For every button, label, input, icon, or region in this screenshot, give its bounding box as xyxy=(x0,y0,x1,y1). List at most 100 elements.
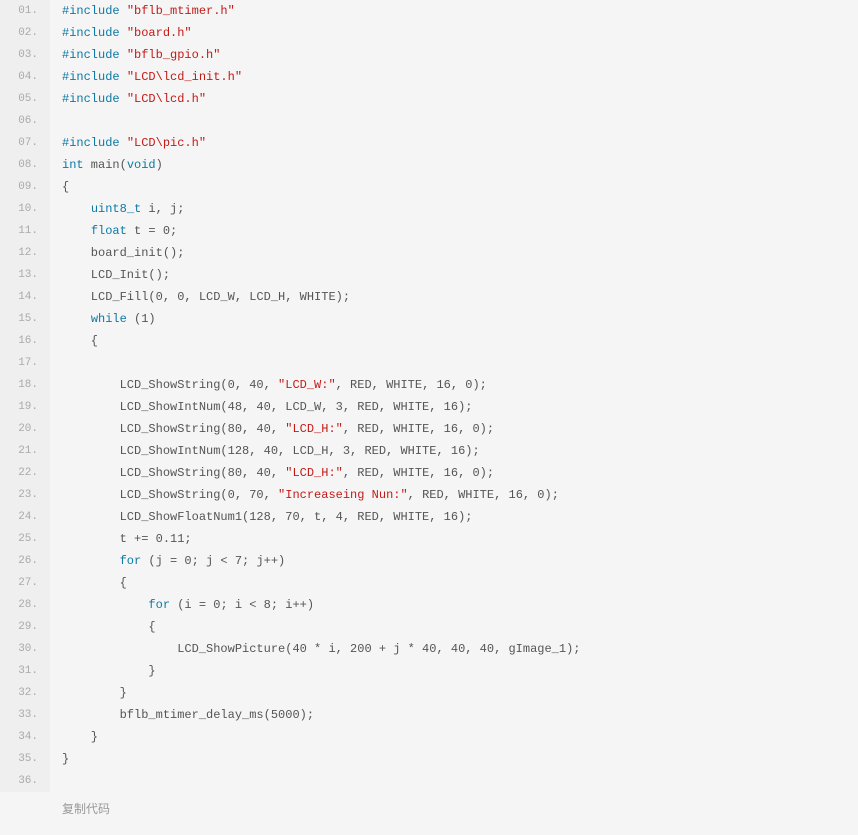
code-line: 14. LCD_Fill(0, 0, LCD_W, LCD_H, WHITE); xyxy=(0,286,858,308)
line-content: #include "LCD\lcd.h" xyxy=(50,88,206,110)
line-number: 23. xyxy=(0,484,50,506)
line-number: 26. xyxy=(0,550,50,572)
code-line: 27. { xyxy=(0,572,858,594)
code-line: 16. { xyxy=(0,330,858,352)
copy-code-link[interactable]: 复制代码 xyxy=(0,792,110,825)
code-line: 11. float t = 0; xyxy=(0,220,858,242)
line-content: #include "board.h" xyxy=(50,22,192,44)
code-line: 07.#include "LCD\pic.h" xyxy=(0,132,858,154)
line-number: 22. xyxy=(0,462,50,484)
code-lines-container: 01.#include "bflb_mtimer.h"02.#include "… xyxy=(0,0,858,792)
line-content: #include "LCD\lcd_init.h" xyxy=(50,66,242,88)
line-number: 03. xyxy=(0,44,50,66)
line-number: 35. xyxy=(0,748,50,770)
line-content: #include "LCD\pic.h" xyxy=(50,132,206,154)
code-line: 03.#include "bflb_gpio.h" xyxy=(0,44,858,66)
line-content: { xyxy=(50,616,156,638)
line-content: LCD_ShowFloatNum1(128, 70, t, 4, RED, WH… xyxy=(50,506,472,528)
line-number: 06. xyxy=(0,110,50,132)
code-line: 30. LCD_ShowPicture(40 * i, 200 + j * 40… xyxy=(0,638,858,660)
code-line: 10. uint8_t i, j; xyxy=(0,198,858,220)
line-number: 14. xyxy=(0,286,50,308)
line-content: { xyxy=(50,330,98,352)
line-number: 30. xyxy=(0,638,50,660)
line-number: 28. xyxy=(0,594,50,616)
code-line: 36. xyxy=(0,770,858,792)
line-content: LCD_Fill(0, 0, LCD_W, LCD_H, WHITE); xyxy=(50,286,350,308)
line-content: { xyxy=(50,572,127,594)
line-content: int main(void) xyxy=(50,154,163,176)
code-line: 34. } xyxy=(0,726,858,748)
line-number: 31. xyxy=(0,660,50,682)
code-line: 04.#include "LCD\lcd_init.h" xyxy=(0,66,858,88)
code-line: 35.} xyxy=(0,748,858,770)
line-content: LCD_ShowString(0, 70, "Increaseing Nun:"… xyxy=(50,484,559,506)
line-number: 24. xyxy=(0,506,50,528)
code-line: 25. t += 0.11; xyxy=(0,528,858,550)
line-content: LCD_ShowString(80, 40, "LCD_H:", RED, WH… xyxy=(50,462,494,484)
line-content: LCD_ShowPicture(40 * i, 200 + j * 40, 40… xyxy=(50,638,580,660)
line-number: 01. xyxy=(0,0,50,22)
line-number: 09. xyxy=(0,176,50,198)
line-number: 16. xyxy=(0,330,50,352)
line-number: 02. xyxy=(0,22,50,44)
code-line: 20. LCD_ShowString(80, 40, "LCD_H:", RED… xyxy=(0,418,858,440)
line-number: 29. xyxy=(0,616,50,638)
line-number: 07. xyxy=(0,132,50,154)
code-line: 23. LCD_ShowString(0, 70, "Increaseing N… xyxy=(0,484,858,506)
line-number: 15. xyxy=(0,308,50,330)
line-number: 12. xyxy=(0,242,50,264)
line-content: uint8_t i, j; xyxy=(50,198,184,220)
line-content: t += 0.11; xyxy=(50,528,192,550)
line-number: 18. xyxy=(0,374,50,396)
line-content: } xyxy=(50,748,69,770)
code-line: 18. LCD_ShowString(0, 40, "LCD_W:", RED,… xyxy=(0,374,858,396)
line-content: bflb_mtimer_delay_ms(5000); xyxy=(50,704,314,726)
code-line: 02.#include "board.h" xyxy=(0,22,858,44)
code-line: 17. xyxy=(0,352,858,374)
code-line: 31. } xyxy=(0,660,858,682)
line-number: 20. xyxy=(0,418,50,440)
line-content: LCD_Init(); xyxy=(50,264,170,286)
line-number: 13. xyxy=(0,264,50,286)
line-number: 11. xyxy=(0,220,50,242)
line-number: 10. xyxy=(0,198,50,220)
code-line: 19. LCD_ShowIntNum(48, 40, LCD_W, 3, RED… xyxy=(0,396,858,418)
line-number: 33. xyxy=(0,704,50,726)
line-content: while (1) xyxy=(50,308,156,330)
line-number: 17. xyxy=(0,352,50,374)
code-line: 05.#include "LCD\lcd.h" xyxy=(0,88,858,110)
code-line: 29. { xyxy=(0,616,858,638)
line-content: board_init(); xyxy=(50,242,184,264)
code-line: 13. LCD_Init(); xyxy=(0,264,858,286)
line-content: LCD_ShowIntNum(48, 40, LCD_W, 3, RED, WH… xyxy=(50,396,472,418)
code-line: 22. LCD_ShowString(80, 40, "LCD_H:", RED… xyxy=(0,462,858,484)
code-line: 15. while (1) xyxy=(0,308,858,330)
code-line: 09.{ xyxy=(0,176,858,198)
code-line: 01.#include "bflb_mtimer.h" xyxy=(0,0,858,22)
line-number: 36. xyxy=(0,770,50,792)
line-number: 27. xyxy=(0,572,50,594)
line-content: } xyxy=(50,660,156,682)
line-content: float t = 0; xyxy=(50,220,177,242)
line-content: #include "bflb_mtimer.h" xyxy=(50,0,235,22)
line-number: 19. xyxy=(0,396,50,418)
line-number: 25. xyxy=(0,528,50,550)
line-content xyxy=(50,110,62,132)
line-content xyxy=(50,770,62,792)
code-line: 26. for (j = 0; j < 7; j++) xyxy=(0,550,858,572)
line-content: for (i = 0; i < 8; i++) xyxy=(50,594,314,616)
code-line: 12. board_init(); xyxy=(0,242,858,264)
line-content: for (j = 0; j < 7; j++) xyxy=(50,550,285,572)
line-content: } xyxy=(50,682,127,704)
code-line: 06. xyxy=(0,110,858,132)
line-number: 32. xyxy=(0,682,50,704)
line-number: 08. xyxy=(0,154,50,176)
line-content: LCD_ShowString(0, 40, "LCD_W:", RED, WHI… xyxy=(50,374,487,396)
line-content xyxy=(50,352,62,374)
line-number: 04. xyxy=(0,66,50,88)
line-content: { xyxy=(50,176,69,198)
line-number: 05. xyxy=(0,88,50,110)
code-line: 32. } xyxy=(0,682,858,704)
line-number: 34. xyxy=(0,726,50,748)
